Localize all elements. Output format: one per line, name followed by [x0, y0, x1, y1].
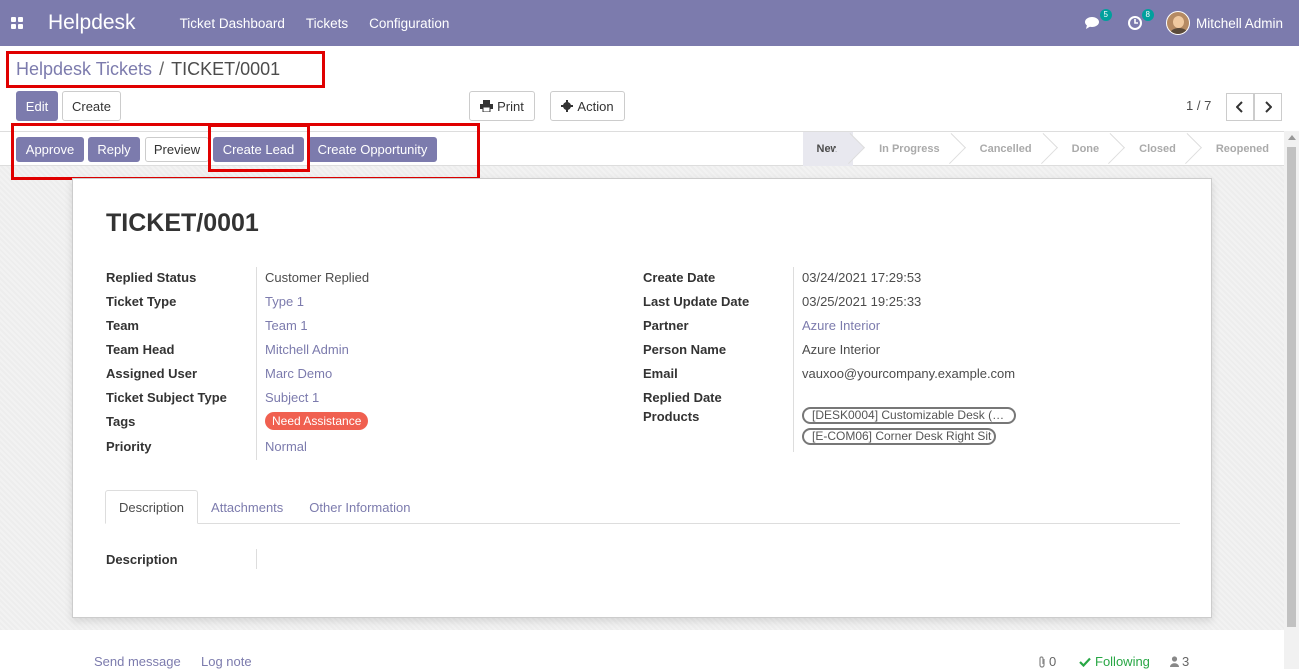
attachments-count: 0	[1049, 654, 1057, 669]
label-partner: Partner	[643, 318, 689, 333]
app-brand[interactable]: Helpdesk	[48, 11, 136, 35]
tab-description[interactable]: Description	[105, 490, 199, 524]
right-group-divider	[793, 267, 794, 452]
apps-menu-icon[interactable]	[0, 0, 34, 46]
value-team[interactable]: Team 1	[265, 318, 308, 333]
value-assigned-user[interactable]: Marc Demo	[265, 366, 332, 381]
label-ticket-type: Ticket Type	[106, 294, 177, 309]
vertical-scrollbar[interactable]	[1284, 131, 1299, 669]
user-avatar[interactable]	[1165, 11, 1190, 35]
send-message-button[interactable]: Send message	[94, 654, 181, 669]
pager-previous-button[interactable]	[1226, 93, 1254, 121]
label-products: Products	[643, 409, 700, 424]
followers-counter[interactable]: 3	[1170, 654, 1189, 669]
product-tag-desk0004[interactable]: [DESK0004] Customizable Desk (…	[802, 407, 1016, 424]
stage-cancelled[interactable]: Cancelled	[954, 132, 1046, 166]
label-create-date: Create Date	[643, 270, 716, 285]
action-label: Action	[577, 98, 614, 114]
label-team: Team	[106, 318, 139, 333]
label-replied-date: Replied Date	[643, 390, 722, 405]
label-last-update-date: Last Update Date	[643, 294, 750, 309]
label-tags: Tags	[106, 414, 136, 429]
pager-value[interactable]: 1 / 7	[1186, 98, 1211, 113]
label-ticket-subject-type: Ticket Subject Type	[106, 390, 227, 405]
notebook-tabs: Description Attachments Other Informatio…	[105, 490, 1180, 524]
user-name[interactable]: Mitchell Admin	[1196, 16, 1283, 31]
label-priority: Priority	[106, 439, 152, 454]
print-icon	[480, 100, 494, 112]
menu-ticket-dashboard[interactable]: Ticket Dashboard	[180, 16, 285, 31]
print-button[interactable]: Print	[469, 91, 535, 121]
tab-other-information[interactable]: Other Information	[296, 490, 423, 524]
value-replied-status: Customer Replied	[265, 270, 370, 285]
description-divider	[256, 549, 257, 569]
label-team-head: Team Head	[106, 342, 175, 357]
stage-pipeline: New In Progress Cancelled Done Closed Re…	[802, 132, 1284, 166]
value-ticket-subject-type[interactable]: Subject 1	[265, 390, 319, 405]
form-sheet: TICKET/0001 Replied Status Ticket Type T…	[72, 178, 1212, 618]
value-last-update-date: 03/25/2021 19:25:33	[802, 294, 922, 309]
activity-count-badge: 8	[1141, 9, 1154, 21]
log-note-button[interactable]: Log note	[201, 654, 252, 669]
ticket-title: TICKET/0001	[106, 209, 259, 237]
left-group-divider	[256, 267, 257, 460]
top-navbar: Helpdesk Ticket Dashboard Tickets Config…	[0, 0, 1299, 46]
chatter: Send message Log note 0 Following 3	[0, 630, 1284, 669]
stage-closed[interactable]: Closed	[1113, 132, 1190, 166]
chevron-left-icon	[1236, 101, 1243, 113]
paperclip-icon	[1039, 655, 1045, 668]
stage-new[interactable]: New	[802, 132, 854, 166]
attachments-counter[interactable]: 0	[1038, 654, 1056, 669]
action-button[interactable]: Action	[550, 91, 625, 121]
print-label: Print	[497, 98, 524, 114]
menu-configuration[interactable]: Configuration	[369, 16, 449, 31]
value-team-head[interactable]: Mitchell Admin	[265, 342, 349, 357]
highlight-box-breadcrumb	[6, 51, 325, 88]
value-priority[interactable]: Normal	[265, 439, 307, 454]
stage-in-progress[interactable]: In Progress	[853, 132, 954, 166]
scrollbar-thumb[interactable]	[1287, 147, 1296, 627]
scroll-up-arrow-icon[interactable]	[1288, 135, 1296, 140]
following-label: Following	[1095, 654, 1150, 669]
chevron-right-icon	[1265, 101, 1272, 113]
create-button[interactable]: Create	[62, 91, 121, 121]
label-person-name: Person Name	[643, 342, 727, 357]
check-icon	[1079, 657, 1091, 667]
stage-reopened[interactable]: Reopened	[1190, 132, 1283, 166]
tag-need-assistance[interactable]: Need Assistance	[265, 412, 369, 430]
messaging-icon[interactable]: 5	[1082, 9, 1112, 33]
value-person-name: Azure Interior	[802, 342, 881, 357]
activity-clock-icon[interactable]: 8	[1124, 9, 1154, 33]
value-partner[interactable]: Azure Interior	[802, 318, 880, 333]
edit-button[interactable]: Edit	[16, 91, 58, 121]
following-button[interactable]: Following	[1079, 654, 1150, 669]
menu-tickets[interactable]: Tickets	[306, 16, 348, 31]
value-email: vauxoo@yourcompany.example.com	[802, 366, 1016, 381]
product-tag-ecom06[interactable]: [E-COM06] Corner Desk Right Sit	[802, 428, 996, 445]
value-create-date: 03/24/2021 17:29:53	[802, 270, 922, 285]
label-description: Description	[106, 552, 178, 567]
value-ticket-type[interactable]: Type 1	[265, 294, 304, 309]
label-assigned-user: Assigned User	[106, 366, 198, 381]
label-email: Email	[643, 366, 678, 381]
gear-icon	[561, 100, 574, 112]
pager-next-button[interactable]	[1254, 93, 1282, 121]
messaging-count-badge: 5	[1099, 9, 1112, 21]
highlight-box-create-lead	[208, 124, 310, 172]
user-icon	[1170, 656, 1179, 667]
followers-count: 3	[1182, 654, 1190, 669]
tab-attachments[interactable]: Attachments	[198, 490, 296, 524]
label-replied-status: Replied Status	[106, 270, 197, 285]
